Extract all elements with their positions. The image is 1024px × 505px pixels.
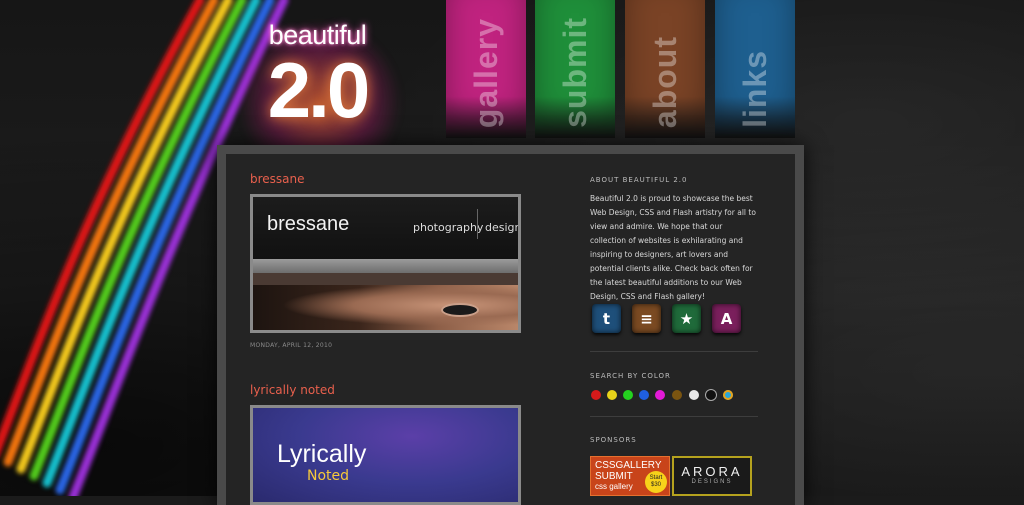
color-swatch-blue[interactable] xyxy=(639,390,649,400)
sponsor-line: ARORA xyxy=(681,464,743,479)
sidebar-divider xyxy=(590,351,758,352)
rss-icon[interactable]: ≡ xyxy=(632,304,661,333)
about-text: Beautiful 2.0 is proud to showcase the b… xyxy=(590,194,756,301)
logo-version: 2.0 xyxy=(267,46,370,134)
color-search-heading: SEARCH BY COLOR xyxy=(590,372,671,380)
site-logo[interactable]: beautiful 2.0 xyxy=(240,18,400,158)
sponsors-heading: SPONSORS xyxy=(590,436,637,444)
thumb-eye xyxy=(443,305,477,315)
nav-tab-gallery[interactable]: gallery xyxy=(446,0,526,138)
post-thumbnail-bressane[interactable]: bressane photography design xyxy=(250,194,521,333)
sponsor-price-badge: Start $30 xyxy=(645,471,667,493)
nav-tab-about[interactable]: about xyxy=(625,0,705,138)
favorite-icon[interactable]: ★ xyxy=(672,304,701,333)
twitter-icon[interactable]: t xyxy=(592,304,621,333)
about-heading: ABOUT BEAUTIFUL 2.0 xyxy=(590,176,688,184)
color-swatch-red[interactable] xyxy=(591,390,601,400)
color-swatch-yellow[interactable] xyxy=(607,390,617,400)
thumb-bar xyxy=(253,259,518,273)
post-title-lyrically-noted[interactable]: lyrically noted xyxy=(250,383,335,397)
sponsor-arora-banner[interactable]: ARORA DESIGNS xyxy=(672,456,752,496)
sidebar-divider xyxy=(590,416,758,417)
color-swatch-brown[interactable] xyxy=(672,390,682,400)
color-swatch-green[interactable] xyxy=(623,390,633,400)
sponsor-line: DESIGNS xyxy=(691,479,733,485)
thumb-tagline-design: design xyxy=(485,221,521,234)
color-swatch-black[interactable] xyxy=(706,390,716,400)
sponsor-cssgallery-banner[interactable]: CSSGALLERY SUBMIT css gallery Start $30 xyxy=(590,456,670,496)
thumb-photo xyxy=(253,285,518,330)
nav-label-about: about xyxy=(646,35,683,128)
color-swatch-white[interactable] xyxy=(689,390,699,400)
thumb-site-name: Lyrically xyxy=(277,440,367,468)
color-swatch-multi[interactable] xyxy=(723,390,733,400)
post-thumbnail-lyrically-noted[interactable]: Lyrically Noted xyxy=(250,405,521,505)
nav-label-submit: submit xyxy=(556,17,593,128)
post-title-bressane[interactable]: bressane xyxy=(250,172,305,186)
app-icon[interactable]: A xyxy=(712,304,741,333)
nav-tab-submit[interactable]: submit xyxy=(535,0,615,138)
nav-label-links: links xyxy=(736,50,773,128)
thumb-bar-dark xyxy=(253,273,518,285)
thumb-site-name: bressane xyxy=(267,213,350,235)
thumb-tagline-photography: photography xyxy=(413,221,484,234)
sponsor-line: CSSGALLERY xyxy=(595,460,662,471)
thumb-site-subname: Noted xyxy=(307,468,350,484)
nav-tab-links[interactable]: links xyxy=(715,0,795,138)
post-date: MONDAY, APRIL 12, 2010 xyxy=(250,342,333,349)
nav-label-gallery: gallery xyxy=(467,17,504,128)
thumb-separator xyxy=(477,209,478,239)
color-swatch-magenta[interactable] xyxy=(655,390,665,400)
